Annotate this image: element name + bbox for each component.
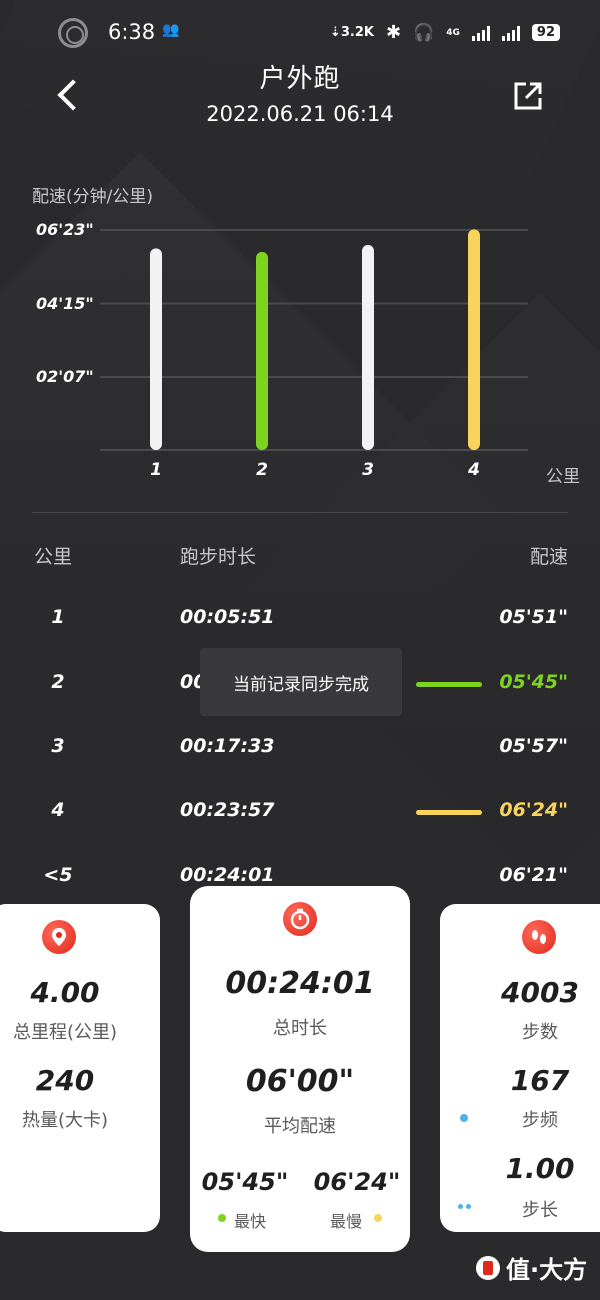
distance-label: 总里程(公里) <box>12 1022 118 1043</box>
steps-label: 步数 <box>522 1022 558 1043</box>
fastest-indicator <box>416 682 482 687</box>
distance-card[interactable]: 4.00 总里程(公里) 240 热量(大卡) <box>0 904 160 1232</box>
y-tick-label: 02'07" <box>36 367 94 387</box>
net-speed-text: 3.2K <box>340 25 374 40</box>
status-right-group: ⇣3.2K ✱ 🎧 4G 92 <box>330 22 560 43</box>
share-icon <box>514 82 542 110</box>
row-duration: 00:05:51 <box>180 606 275 628</box>
table-row: 4 00:23:57 06'24" <box>0 799 600 839</box>
network-label: 4G <box>446 27 460 38</box>
total-duration-value: 00:24:01 <box>225 966 375 1001</box>
watermark: 值·大方 <box>476 1250 587 1285</box>
footprints-icon <box>522 920 556 954</box>
stride-value: 1.00 <box>505 1152 575 1185</box>
signal-icon <box>471 25 490 41</box>
pace-chart-svg <box>100 229 528 451</box>
location-pin-icon <box>42 920 76 954</box>
contacts-icon: 👥 <box>162 22 180 38</box>
y-tick-label: 06'23" <box>36 220 94 239</box>
pace-chart: 公里 06'23" 04'15" 02'07" 1 2 3 4 <box>0 210 600 500</box>
table-row: 1 00:05:51 05'51" <box>0 606 600 646</box>
sync-toast: 当前记录同步完成 <box>200 648 402 716</box>
row-pace: 06'24" <box>499 799 568 821</box>
pace-bar[interactable] <box>362 244 374 450</box>
total-duration-label: 总时长 <box>273 1018 327 1039</box>
table-header-pace: 配速 <box>529 546 568 568</box>
pace-bar[interactable] <box>256 251 268 450</box>
steps-card[interactable]: 4003 步数 167 步频 1.00 步长 <box>440 904 600 1232</box>
pace-bar[interactable] <box>468 229 480 450</box>
cadence-value: 167 <box>510 1064 570 1097</box>
row-pace: 05'57" <box>499 735 568 757</box>
fastest-label: 最快 <box>234 1212 267 1231</box>
stopwatch-icon <box>283 902 317 936</box>
row-pace: 05'45" <box>499 671 568 693</box>
row-duration: 00:24:01 <box>180 864 275 886</box>
notification-ring-icon <box>58 18 88 48</box>
download-speed: ⇣3.2K <box>329 25 374 40</box>
row-km: 3 <box>51 735 65 757</box>
slowest-label: 最慢 <box>330 1212 363 1231</box>
row-pace: 05'51" <box>499 606 568 628</box>
watermark-text: 值·大方 <box>506 1256 588 1284</box>
bluetooth-icon: ✱ <box>385 22 402 43</box>
x-tick-label: 2 <box>256 460 268 480</box>
x-axis-label: 公里 <box>546 467 580 487</box>
summary-card[interactable]: 00:24:01 总时长 06'00" 平均配速 05'45" 06'24" 最… <box>190 886 410 1252</box>
status-bar: 6:38 👥 ⇣3.2K ✱ 🎧 4G 92 <box>0 14 600 54</box>
divider <box>32 512 568 513</box>
row-duration: 00:17:33 <box>180 735 275 757</box>
fastest-dot <box>218 1214 226 1222</box>
x-tick-label: 4 <box>468 460 480 480</box>
slowest-indicator <box>416 810 482 815</box>
row-km: 4 <box>51 799 65 821</box>
table-header-duration: 跑步时长 <box>180 546 257 568</box>
status-time: 6:38 <box>108 20 156 44</box>
row-duration: 00:23:57 <box>180 799 275 821</box>
row-pace: 06'21" <box>499 864 568 886</box>
calories-value: 240 <box>35 1064 95 1097</box>
calories-label: 热量(大卡) <box>21 1110 109 1131</box>
signal-icon-2 <box>501 25 520 41</box>
slowest-dot <box>374 1214 382 1222</box>
watermark-logo-icon <box>476 1255 500 1280</box>
table-header-km: 公里 <box>34 546 73 568</box>
stride-label: 步长 <box>522 1200 558 1221</box>
row-km: 2 <box>51 671 65 693</box>
x-tick-label: 3 <box>362 460 374 480</box>
x-tick-label: 1 <box>150 460 162 480</box>
row-km: 1 <box>51 606 65 628</box>
chart-title: 配速(分钟/公里) <box>32 187 153 207</box>
steps-value: 4003 <box>501 976 579 1009</box>
slowest-pace-value: 06'24" <box>313 1168 401 1196</box>
avg-pace-value: 06'00" <box>245 1064 355 1099</box>
y-tick-label: 04'15" <box>36 293 94 313</box>
headset-icon: 🎧 <box>413 22 435 43</box>
battery-level: 92 <box>531 24 560 41</box>
cadence-label: 步频 <box>522 1110 558 1131</box>
fastest-pace-value: 05'45" <box>201 1168 289 1196</box>
distance-value: 4.00 <box>30 976 100 1009</box>
share-button[interactable] <box>508 76 548 116</box>
pace-bar[interactable] <box>150 248 162 450</box>
avg-pace-label: 平均配速 <box>264 1116 336 1137</box>
row-km: <5 <box>43 864 73 886</box>
table-row: 3 00:17:33 05'57" <box>0 735 600 775</box>
